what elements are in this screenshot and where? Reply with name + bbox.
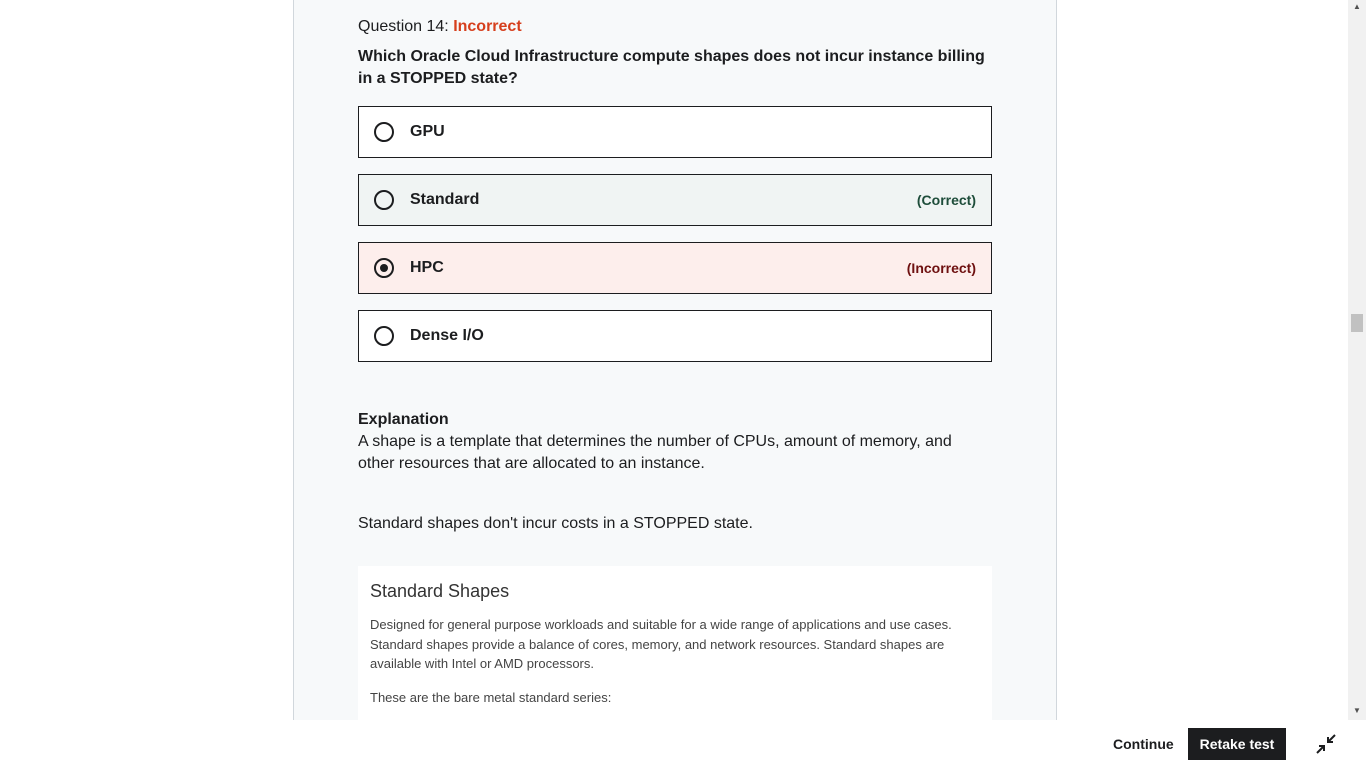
explanation-text: A shape is a template that determines th… <box>358 433 952 472</box>
answer-label: Dense I/O <box>410 327 484 344</box>
question-card: Question 14: Incorrect Which Oracle Clou… <box>293 0 1057 720</box>
answer-option-standard[interactable]: Standard (Correct) <box>358 174 992 226</box>
answer-option-hpc[interactable]: HPC (Incorrect) <box>358 242 992 294</box>
question-header: Question 14: Incorrect <box>358 17 522 37</box>
explanation-text-2: Standard shapes don't incur costs in a S… <box>358 515 753 532</box>
vertical-scrollbar[interactable]: ▲ ▼ <box>1348 0 1366 720</box>
explanation-image: Standard Shapes Designed for general pur… <box>358 566 992 720</box>
answer-label: GPU <box>410 123 445 140</box>
radio-icon[interactable] <box>374 122 394 142</box>
continue-button[interactable]: Continue <box>1103 728 1184 760</box>
page-viewport: Question 14: Incorrect Which Oracle Clou… <box>0 0 1348 720</box>
question-number: Question 14: <box>358 18 449 35</box>
radio-selected-icon[interactable] <box>374 258 394 278</box>
scroll-down-icon[interactable]: ▼ <box>1348 704 1366 718</box>
incorrect-tag: (Incorrect) <box>906 260 976 276</box>
answer-option-dense-io[interactable]: Dense I/O <box>358 310 992 362</box>
collapse-arrows-icon[interactable] <box>1315 733 1337 755</box>
answer-label: Standard <box>410 191 480 208</box>
radio-icon[interactable] <box>374 190 394 210</box>
question-text: Which Oracle Cloud Infrastructure comput… <box>358 48 985 87</box>
footer-bar: Continue Retake test <box>0 720 1366 768</box>
image-title: Standard Shapes <box>370 581 510 601</box>
correct-tag: (Correct) <box>916 192 976 208</box>
answer-label: HPC <box>410 259 444 276</box>
scroll-up-icon[interactable]: ▲ <box>1348 0 1366 14</box>
scrollbar-thumb[interactable] <box>1351 314 1363 332</box>
retake-test-button[interactable]: Retake test <box>1188 728 1286 760</box>
answer-option-gpu[interactable]: GPU <box>358 106 992 158</box>
image-paragraph-2: These are the bare metal standard series… <box>370 689 612 705</box>
question-status: Incorrect <box>453 18 522 35</box>
image-paragraph: Designed for general purpose workloads a… <box>370 617 952 671</box>
explanation-title: Explanation <box>358 411 449 428</box>
radio-icon[interactable] <box>374 326 394 346</box>
